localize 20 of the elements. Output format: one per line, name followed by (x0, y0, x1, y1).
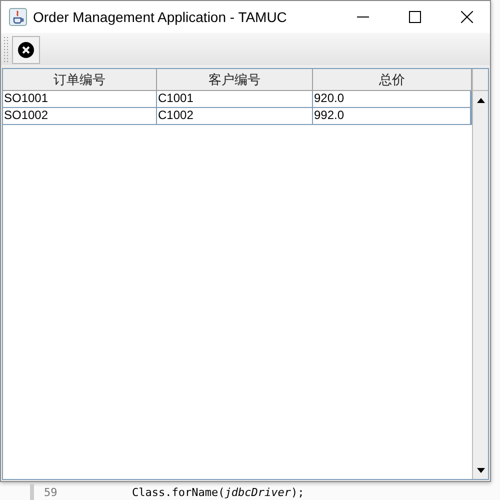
code-line: Class.forName(jdbcDriver); (132, 486, 304, 498)
toolbar-grip[interactable] (3, 36, 9, 64)
table-cell: C1002 (157, 108, 313, 124)
column-header[interactable]: 订单编号 (3, 69, 157, 90)
line-number: 59 (44, 486, 58, 498)
table-cell: C1001 (157, 91, 313, 107)
up-arrow-icon (476, 98, 484, 102)
close-tool-button[interactable] (12, 36, 40, 64)
table-cell: 920.0 (313, 91, 471, 107)
java-cup-icon (9, 8, 27, 26)
table-cell: 992.0 (313, 108, 471, 124)
close-icon (461, 11, 473, 23)
scrollbar[interactable] (472, 69, 488, 479)
down-arrow-icon (476, 468, 484, 472)
maximize-icon (409, 11, 421, 23)
column-header[interactable]: 客户编号 (157, 69, 313, 90)
close-icon (18, 42, 34, 58)
window-title: Order Management Application - TAMUC (33, 9, 288, 25)
table-cell: SO1002 (3, 108, 157, 124)
table-cell: SO1001 (3, 91, 157, 107)
